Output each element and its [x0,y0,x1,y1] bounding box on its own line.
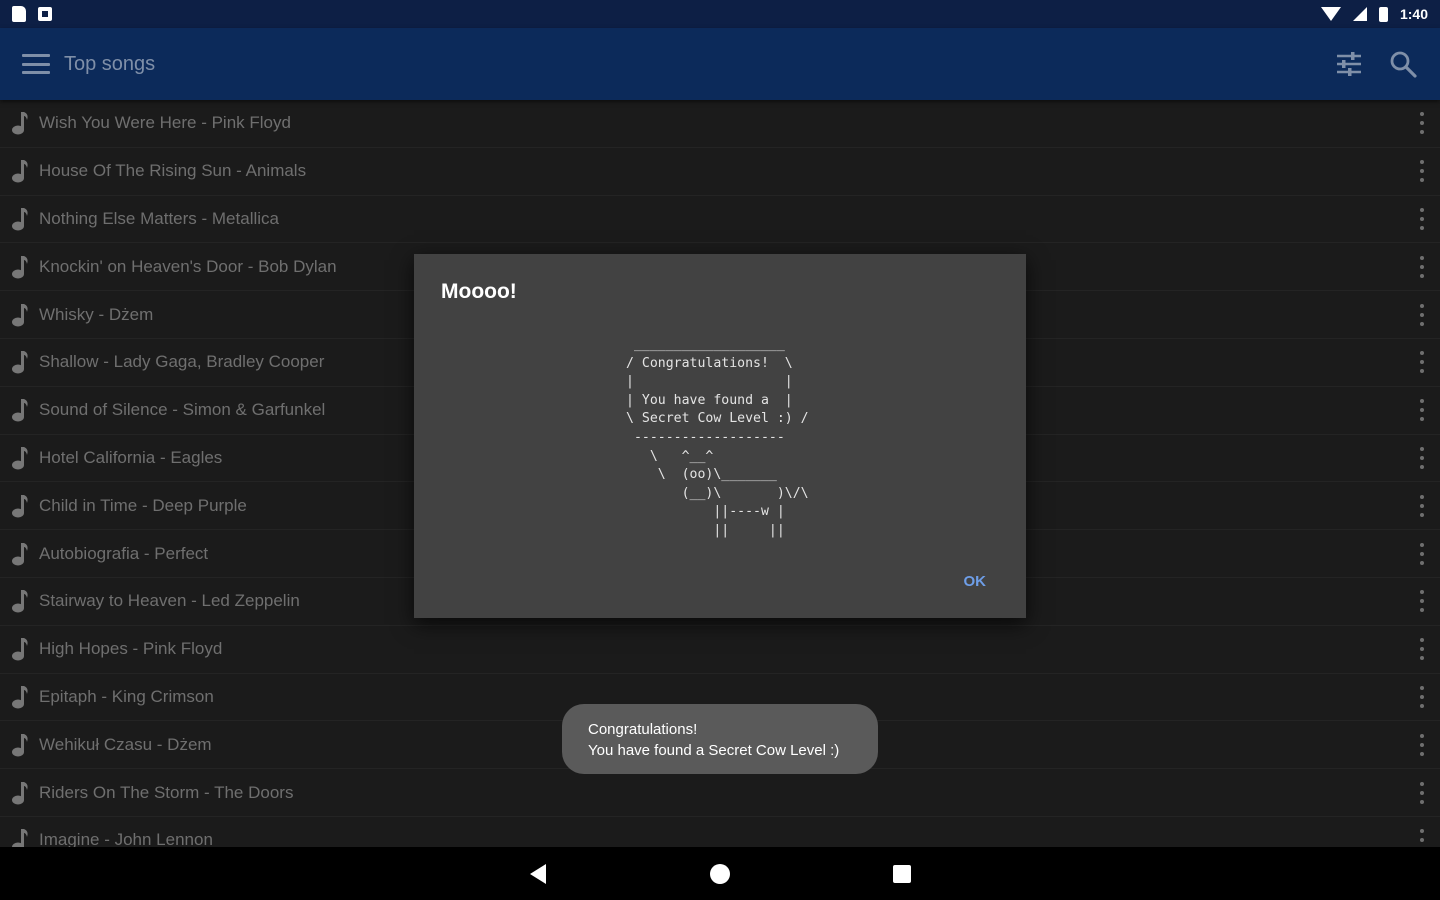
music-note-icon [8,109,32,137]
more-vert-icon[interactable] [1418,112,1426,135]
music-note-icon [8,779,32,807]
more-vert-icon[interactable] [1418,351,1426,374]
toast-line-2: You have found a Secret Cow Level :) [588,742,840,759]
song-title: Nothing Else Matters - Metallica [39,208,279,228]
recents-button[interactable] [811,847,993,900]
more-vert-icon[interactable] [1418,303,1426,326]
music-note-icon [8,587,32,615]
status-time: 1:40 [1399,6,1428,22]
battery-icon [1378,6,1388,22]
music-note-icon [8,826,32,847]
toast-line-1: Congratulations! [588,721,698,738]
music-note-icon [8,157,32,185]
page-title: Top songs [64,52,156,75]
song-title: Imagine - John Lennon [39,830,213,847]
more-vert-icon[interactable] [1418,399,1426,422]
music-note-icon [8,348,32,376]
more-vert-icon[interactable] [1418,685,1426,708]
more-vert-icon[interactable] [1418,255,1426,278]
list-item[interactable]: Nothing Else Matters - Metallica [0,196,1440,244]
ok-button[interactable]: OK [962,569,989,594]
list-item[interactable]: Wish You Were Here - Pink Floyd [0,100,1440,148]
back-icon [530,863,546,884]
home-button[interactable] [629,847,811,900]
more-vert-icon[interactable] [1418,781,1426,804]
music-note-icon [8,253,32,281]
list-item[interactable]: Imagine - John Lennon [0,817,1440,847]
more-vert-icon[interactable] [1418,207,1426,230]
more-vert-icon[interactable] [1418,829,1426,847]
list-item[interactable]: High Hopes - Pink Floyd [0,626,1440,674]
status-bar: 1:40 [0,0,1440,28]
toast-message: Congratulations! You have found a Secret… [562,704,878,774]
more-vert-icon[interactable] [1418,590,1426,613]
recents-icon [893,864,911,883]
song-title: House Of The Rising Sun - Animals [39,161,307,181]
music-note-icon [8,492,32,520]
music-note-icon [8,540,32,568]
back-button[interactable] [447,847,629,900]
sd-card-icon [12,6,26,22]
song-title: Riders On The Storm - The Doors [39,782,294,802]
music-note-icon [8,731,32,759]
song-title: High Hopes - Pink Floyd [39,639,223,659]
more-vert-icon[interactable] [1418,160,1426,183]
music-note-icon [8,396,32,424]
system-nav-bar [0,847,1440,900]
dialog-title: Moooo! [441,280,517,303]
music-note-icon [8,205,32,233]
wifi-icon [1320,7,1341,21]
music-note-icon [8,444,32,472]
cow-ascii-art: ___________________ / Congratulations! \… [626,337,809,538]
list-item[interactable]: Riders On The Storm - The Doors [0,769,1440,817]
more-vert-icon[interactable] [1418,494,1426,517]
menu-icon[interactable] [22,54,50,74]
music-note-icon [8,301,32,329]
music-note-icon [8,635,32,663]
app-bar: Top songs [0,28,1440,100]
song-title: Wish You Were Here - Pink Floyd [39,113,291,133]
home-icon [710,863,730,884]
cell-signal-icon [1352,7,1367,21]
list-item[interactable]: House Of The Rising Sun - Animals [0,148,1440,196]
more-vert-icon[interactable] [1418,542,1426,565]
filter-settings-icon[interactable] [1334,49,1364,79]
search-icon[interactable] [1388,49,1418,79]
more-vert-icon[interactable] [1418,638,1426,661]
cow-dialog: Moooo! ___________________ / Congratulat… [414,254,1026,618]
more-vert-icon[interactable] [1418,446,1426,469]
notification-icon [38,7,52,21]
more-vert-icon[interactable] [1418,733,1426,756]
music-note-icon [8,683,32,711]
